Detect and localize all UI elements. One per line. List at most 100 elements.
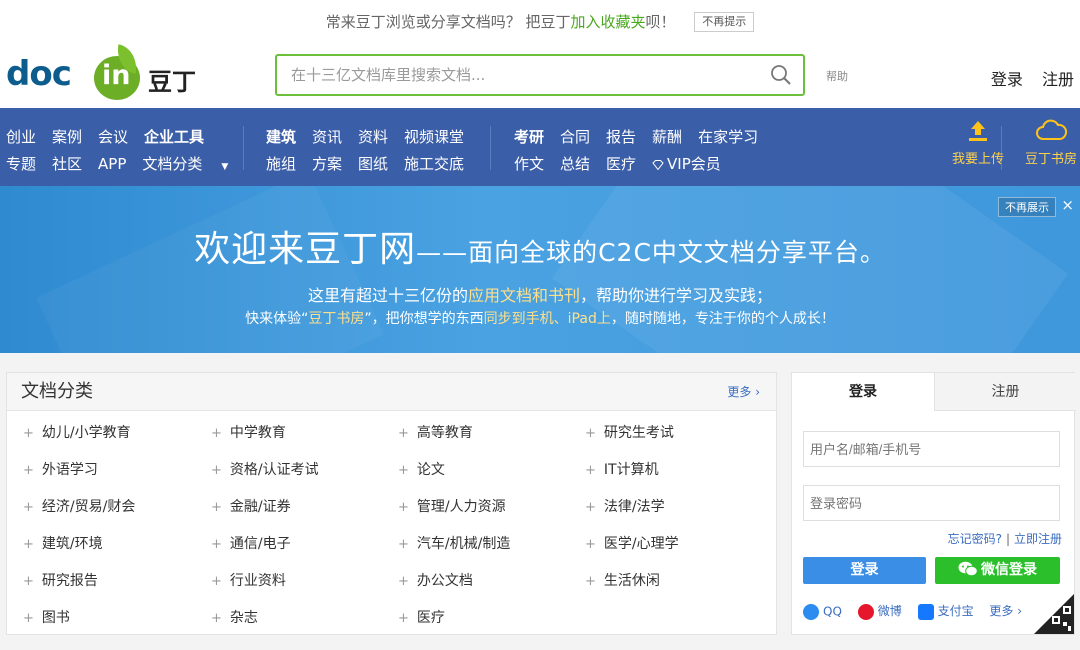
nav-item-startup[interactable]: 创业	[6, 128, 36, 146]
category-label: 法律/法学	[603, 499, 665, 515]
category-label: 外语学习	[41, 462, 98, 478]
plus-icon: +	[398, 463, 409, 478]
banner-title-main: 欢迎来豆丁网	[194, 229, 417, 270]
plus-icon: +	[23, 463, 34, 478]
banner-text: ，随时随地，专注于你的个人成长！	[610, 311, 835, 327]
qq-icon	[803, 603, 819, 620]
category-label: 行业资料	[229, 573, 286, 589]
plus-icon: +	[585, 463, 596, 478]
tab-register[interactable]: 注册	[934, 373, 1076, 411]
login-panel: 登录 注册 忘记密码?| 立即注册 登录 微信登录 QQ 微博 支付宝 更多 ›	[791, 372, 1076, 635]
nav-item-video-courses[interactable]: 视频课堂	[404, 128, 464, 146]
search-input[interactable]	[277, 56, 747, 94]
category-item[interactable]: + 研究生考试	[585, 423, 674, 443]
upload-icon	[969, 121, 987, 141]
category-item[interactable]: + 外语学习	[23, 460, 98, 480]
category-item[interactable]: + 高等教育	[398, 423, 473, 443]
nav-item-construction-briefing[interactable]: 施工交底	[404, 155, 464, 173]
main-content: 文档分类 更多 › + 幼儿/小学教育 + 中学教育 + 高等教育 + 研究生考试 + 外语学习 +…	[0, 353, 1080, 650]
nav-item-home-study[interactable]: 在家学习	[698, 128, 758, 146]
qr-code-icon[interactable]	[1034, 594, 1074, 634]
weibo-login-link[interactable]: 微博	[857, 602, 902, 620]
nav-item-medical[interactable]: 医疗	[606, 155, 636, 173]
nav-item-doc-categories[interactable]: 文档分类 ▼	[142, 155, 244, 173]
alipay-label: 支付宝	[937, 604, 974, 618]
category-item[interactable]: + 行业资料	[211, 571, 286, 591]
nav-item-news[interactable]: 资讯	[312, 128, 342, 146]
category-label: IT计算机	[603, 462, 659, 478]
category-item[interactable]: + 通信/电子	[211, 534, 291, 554]
plus-icon: +	[23, 426, 34, 441]
alipay-login-link[interactable]: 支付宝	[917, 602, 974, 620]
nav-item-summaries[interactable]: 总结	[560, 155, 590, 173]
plus-icon: +	[211, 500, 222, 515]
category-item[interactable]: + 生活休闲	[585, 571, 660, 591]
category-item[interactable]: + 论文	[398, 460, 445, 480]
forgot-password-link[interactable]: 忘记密码?	[948, 532, 1002, 546]
login-button[interactable]: 登录	[803, 557, 926, 584]
plus-icon: +	[585, 537, 596, 552]
category-item[interactable]: + 金融/证券	[211, 497, 291, 517]
category-item[interactable]: + 医疗	[398, 608, 445, 628]
category-item[interactable]: + 汽车/机械/制造	[398, 534, 510, 554]
nav-item-construction-org[interactable]: 施组	[266, 155, 296, 173]
nav-item-postgrad-exam[interactable]: 考研	[514, 128, 544, 146]
help-link[interactable]: 帮助	[826, 68, 848, 84]
nav-item-app[interactable]: APP	[98, 155, 126, 173]
header-login-link[interactable]: 登录	[991, 70, 1023, 89]
nav-item-essays[interactable]: 作文	[514, 155, 544, 173]
category-item[interactable]: + 法律/法学	[585, 497, 665, 517]
nav-item-vip[interactable]: VIP会员	[652, 155, 737, 173]
add-favorites-link[interactable]: 加入收藏夹	[570, 13, 645, 31]
dismiss-notice-button[interactable]: 不再提示	[694, 11, 755, 32]
header-register-link[interactable]: 注册	[1042, 70, 1074, 89]
qq-login-link[interactable]: QQ	[803, 603, 842, 620]
nav-item-plans[interactable]: 方案	[312, 155, 342, 173]
qq-label: QQ	[823, 604, 842, 618]
wechat-login-button[interactable]: 微信登录	[935, 557, 1060, 584]
category-item[interactable]: + 办公文档	[398, 571, 473, 591]
category-item[interactable]: + 管理/人力资源	[398, 497, 506, 517]
category-item[interactable]: + 图书	[23, 608, 70, 628]
category-item[interactable]: + 建筑/环境	[23, 534, 103, 554]
category-item[interactable]: + IT计算机	[585, 460, 659, 480]
password-field[interactable]	[803, 485, 1060, 521]
category-item[interactable]: + 资格/认证考试	[211, 460, 319, 480]
register-now-link[interactable]: 立即注册	[1014, 532, 1062, 546]
bookroom-button[interactable]: 豆丁书房	[1025, 118, 1077, 167]
category-item[interactable]: + 经济/贸易/财会	[23, 497, 135, 517]
nav-item-drawings[interactable]: 图纸	[358, 155, 388, 173]
banner-highlight: 豆丁书房	[308, 311, 365, 327]
banner-text: 这里有超过十三亿份的	[307, 286, 468, 305]
logo-in-text: in	[102, 60, 131, 91]
nav-item-cases[interactable]: 案例	[52, 128, 82, 146]
category-item[interactable]: + 幼儿/小学教育	[23, 423, 131, 443]
category-item[interactable]: + 杂志	[211, 608, 258, 628]
nav-item-meetings[interactable]: 会议	[98, 128, 128, 146]
site-logo[interactable]: doc in 豆丁	[6, 44, 196, 102]
plus-icon: +	[585, 426, 596, 441]
nav-doc-categories-label: 文档分类	[142, 155, 203, 173]
nav-item-salary[interactable]: 薪酬	[652, 128, 682, 146]
nav-item-reports[interactable]: 报告	[606, 128, 636, 146]
tab-login[interactable]: 登录	[792, 373, 934, 411]
category-item[interactable]: + 医学/心理学	[585, 534, 679, 554]
nav-item-topics[interactable]: 专题	[6, 155, 36, 173]
plus-icon: +	[585, 500, 596, 515]
nav-item-architecture[interactable]: 建筑	[266, 128, 296, 146]
close-icon[interactable]: ×	[1061, 196, 1074, 214]
upload-button[interactable]: 我要上传	[952, 118, 1004, 167]
username-field[interactable]	[803, 431, 1060, 467]
search-icon[interactable]	[769, 63, 793, 87]
more-login-link[interactable]: 更多 ›	[989, 602, 1022, 619]
category-item[interactable]: + 研究报告	[23, 571, 98, 591]
nav-item-materials[interactable]: 资料	[358, 128, 388, 146]
nav-item-community[interactable]: 社区	[52, 155, 82, 173]
banner-highlight: 应用文档和书刊	[467, 286, 580, 305]
diamond-icon	[652, 159, 664, 170]
nav-item-contracts[interactable]: 合同	[560, 128, 590, 146]
banner-dismiss-button[interactable]: 不再展示	[998, 197, 1056, 217]
nav-item-enterprise-tools[interactable]: 企业工具	[144, 128, 204, 146]
category-item[interactable]: + 中学教育	[211, 423, 286, 443]
more-categories-link[interactable]: 更多 ›	[727, 373, 760, 411]
